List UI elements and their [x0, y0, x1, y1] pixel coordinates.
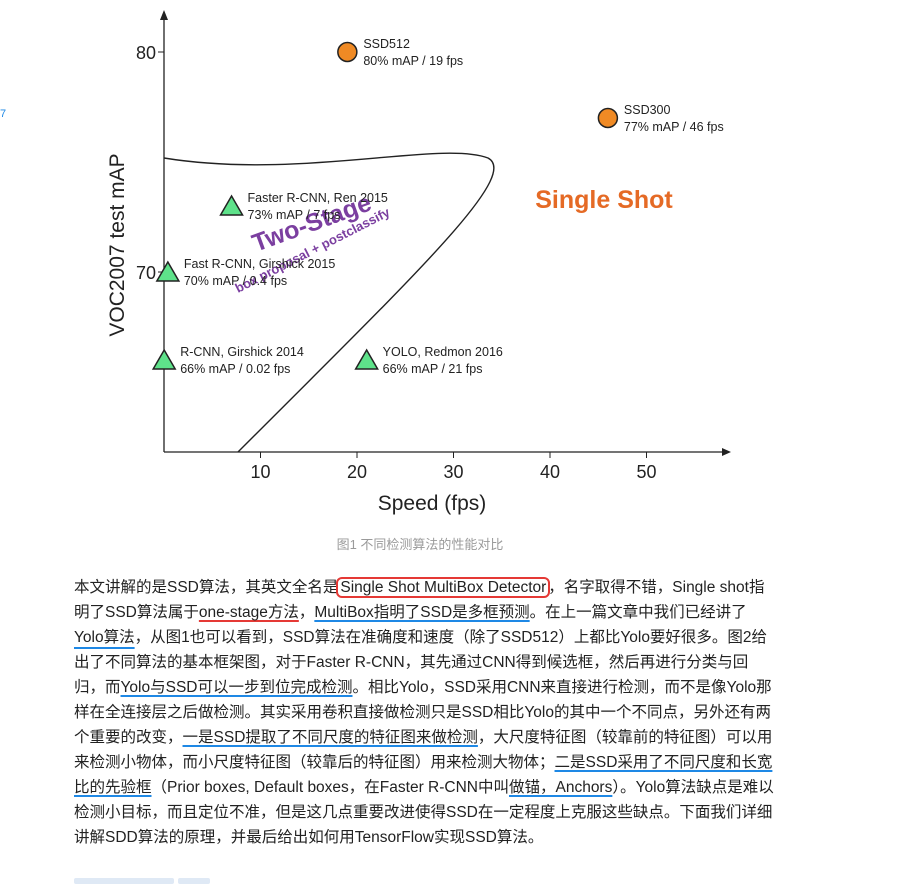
highlight-box-full-name: Single Shot MultiBox Detector [336, 577, 551, 598]
next-section-stub [74, 878, 174, 884]
performance-chart: 10 20 30 40 50 70 80 Speed (fps) VOC2007 test mA… [106, 10, 731, 515]
article-paragraph: 本文讲解的是SSD算法，其英文全名是 Single Shot MultiBox D… [74, 577, 774, 846]
point-detail-label: 80% mAP / 19 fps [363, 54, 463, 68]
point-detail-label: 66% mAP / 21 fps [383, 362, 483, 376]
y-axis-label: VOC2007 test mAP [106, 153, 129, 336]
point-name-label: Faster R-CNN, Ren 2015 [248, 191, 388, 205]
figure-caption: 图1 不同检测算法的性能对比 [336, 537, 504, 552]
two-stage-region: Two-Stagebox proposal + postclassifySing… [163, 152, 673, 453]
ssd-point [597, 107, 619, 129]
x-tick-label: 20 [347, 462, 367, 482]
y-tick-label: 80 [136, 43, 156, 63]
point-name-label: Fast R-CNN, Girshick 2015 [184, 257, 335, 271]
x-tick-label: 50 [636, 462, 656, 482]
point-detail-label: 70% mAP / 0.4 fps [184, 274, 287, 288]
ssd-point [337, 41, 358, 63]
point-name-label: SSD512 [363, 37, 410, 51]
point-name-label: YOLO, Redmon 2016 [383, 345, 503, 359]
single-shot-label: Single Shot [535, 186, 673, 214]
underline-anchors: 做锚，Anchors [508, 779, 613, 796]
detector-point [354, 348, 379, 370]
x-tick-label: 30 [443, 462, 463, 482]
next-section-stub [178, 878, 210, 884]
point-detail-label: 66% mAP / 0.02 fps [180, 362, 290, 376]
underline-multibox: MultiBox指明了SSD是多框预测 [314, 604, 530, 621]
detector-point [219, 194, 244, 216]
underline-one-stage: one-stage方法 [198, 604, 299, 621]
x-axis-label: Speed (fps) [378, 492, 487, 515]
underline-one-step: Yolo与SSD可以一步到位完成检测 [120, 679, 353, 696]
point-name-label: R-CNN, Girshick 2014 [180, 345, 304, 359]
point-name-label: SSD300 [624, 103, 671, 117]
x-tick-label: 40 [540, 462, 560, 482]
point-detail-label: 77% mAP / 46 fps [624, 120, 724, 134]
y-axis-arrow [160, 10, 168, 20]
y-tick-label: 70 [136, 263, 156, 283]
detector-point [151, 348, 177, 370]
underline-multi-scale: 一是SSD提取了不同尺度的特征图来做检测 [182, 729, 478, 746]
point-detail-label: 73% mAP / 7 fps [248, 208, 341, 222]
x-tick-label: 10 [250, 462, 270, 482]
article-body: 本文讲解的是SSD算法，其英文全名是 Single Shot MultiBox D… [74, 575, 774, 850]
x-axis-arrow [722, 448, 731, 456]
underline-yolo: Yolo算法 [74, 629, 135, 646]
